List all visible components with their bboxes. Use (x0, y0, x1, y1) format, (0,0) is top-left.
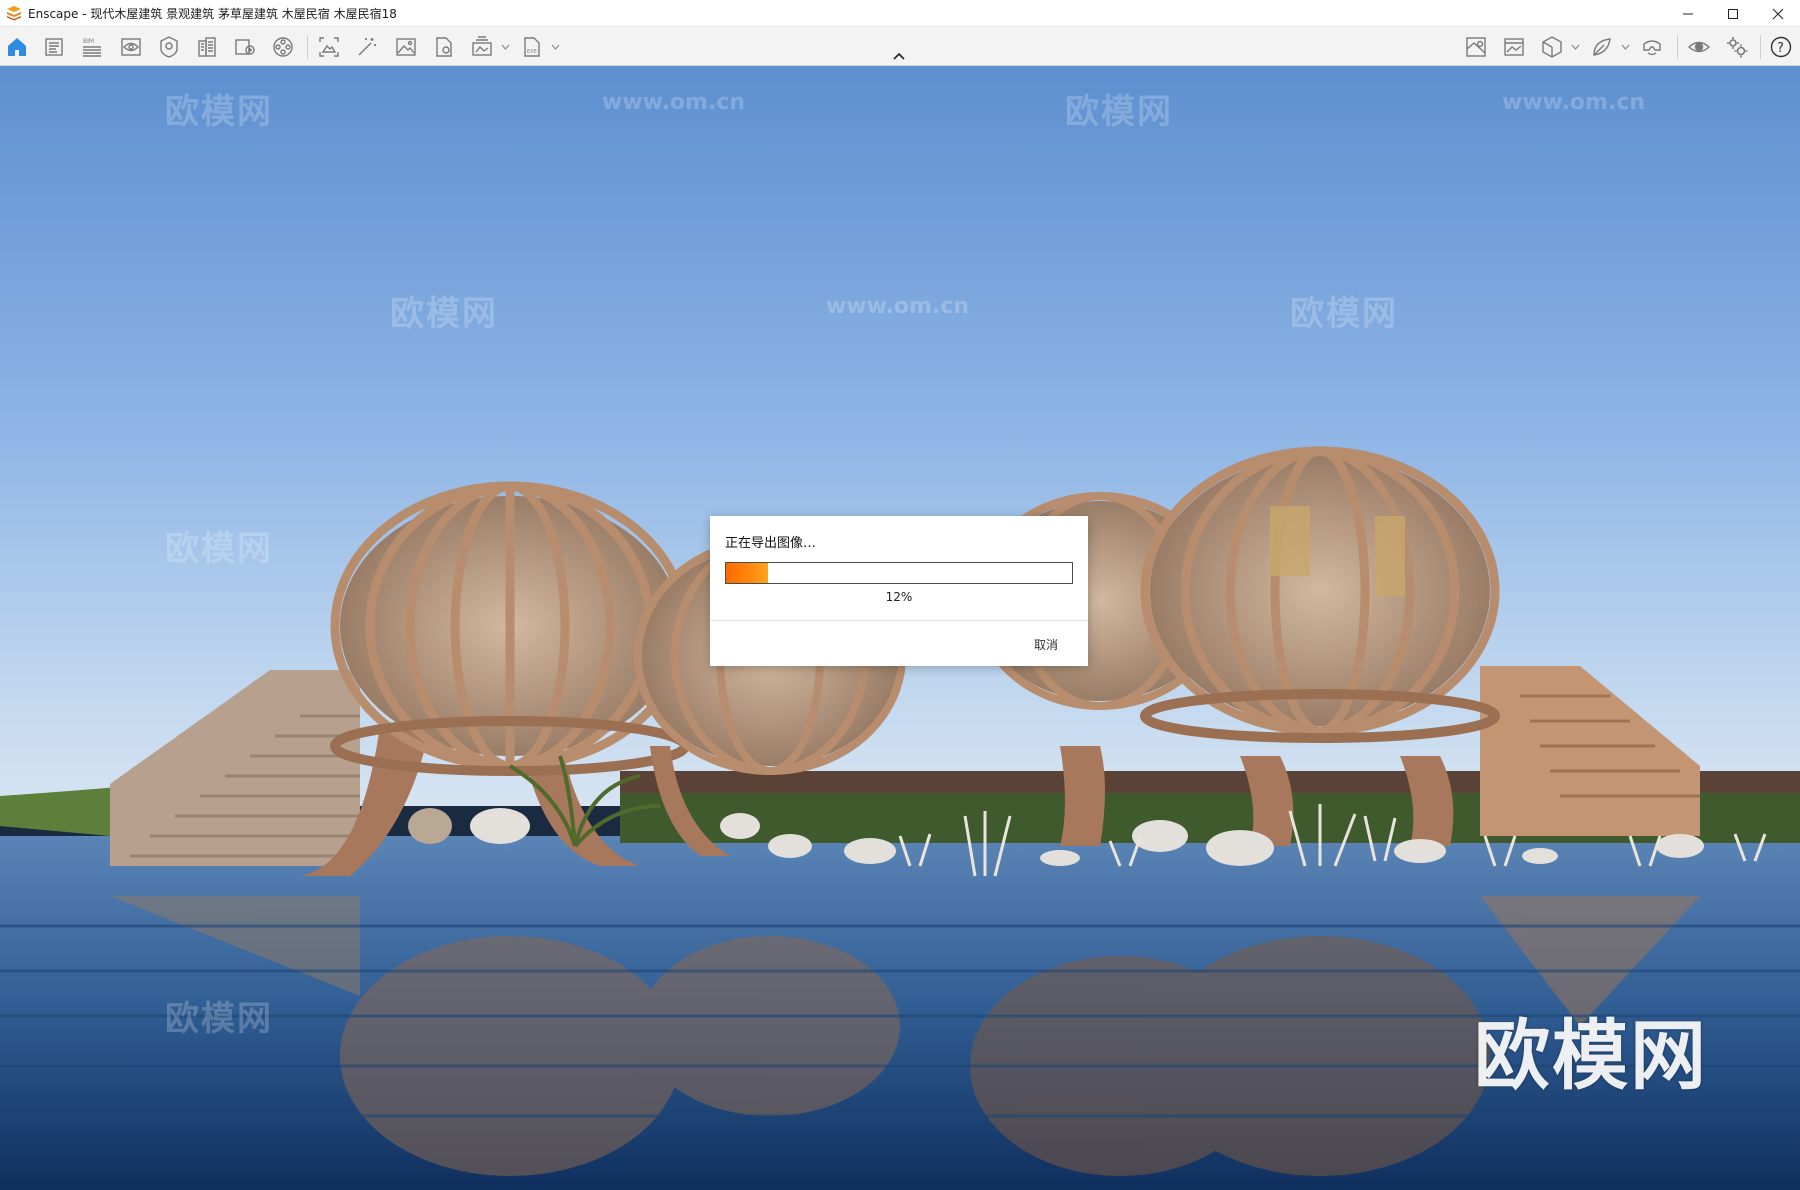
watermark-logo: 欧模网 (1474, 1011, 1708, 1100)
toolbar-separator (1760, 35, 1761, 59)
vr-headset-button[interactable] (1639, 34, 1665, 60)
video-editor-button[interactable] (270, 34, 296, 60)
help-icon: ? (1770, 36, 1792, 58)
collapse-toolbar-icon[interactable] (893, 52, 905, 60)
cancel-button[interactable]: 取消 (1034, 636, 1058, 653)
watermark-text: 欧模网 (165, 529, 273, 569)
map-button[interactable] (1463, 34, 1489, 60)
watermark-url: www.om.cn (602, 90, 746, 115)
watermark-text: 欧模网 (1290, 294, 1398, 334)
dialog-divider (710, 620, 1088, 621)
minimize-button[interactable] (1665, 0, 1710, 27)
magic-wand-icon (358, 38, 376, 56)
cube-button[interactable] (1539, 34, 1565, 60)
magic-wand-button[interactable] (354, 34, 380, 60)
chevron-down-icon[interactable] (501, 43, 510, 51)
minimize-icon (1682, 13, 1693, 14)
close-icon (1772, 8, 1783, 19)
screenshot-button[interactable] (316, 34, 342, 60)
svg-text:?: ? (1777, 41, 1784, 56)
export-icon (235, 39, 255, 55)
watermark-url: www.om.cn (826, 294, 970, 319)
cube-icon (1542, 36, 1562, 58)
document-button[interactable] (41, 34, 67, 60)
watermark-text: 欧模网 (390, 294, 498, 334)
enscape-toolbar: BIM EXE ? (0, 27, 1800, 66)
home-icon (8, 38, 26, 56)
asset-icon (160, 36, 178, 58)
file-export-button[interactable] (431, 34, 457, 60)
leaf-icon (1593, 38, 1611, 56)
visual-settings-icon (1687, 41, 1711, 53)
export-button[interactable] (232, 34, 258, 60)
chevron-down-icon[interactable] (1621, 43, 1630, 51)
maximize-icon (1727, 8, 1738, 19)
title-bar: Enscape - 现代木屋建筑 景观建筑 茅草屋建筑 木屋民宿 木屋民宿18 (0, 0, 1800, 27)
progress-bar-fill (726, 563, 768, 583)
home-button[interactable] (4, 34, 30, 60)
watermark-text: 欧模网 (165, 999, 273, 1039)
watermark-text: 欧模网 (1065, 92, 1173, 132)
enscape-logo-icon (7, 6, 21, 21)
settings-button[interactable] (1724, 34, 1750, 60)
view-button[interactable] (118, 34, 144, 60)
maximize-button[interactable] (1710, 0, 1755, 27)
file-export-icon (436, 37, 452, 57)
export-progress-dialog: 正在导出图像… 12% 取消 (710, 516, 1088, 666)
exe-export-icon: EXE (524, 37, 540, 57)
view-icon (121, 38, 141, 56)
document-icon (45, 38, 63, 56)
gallery-button[interactable] (1501, 34, 1527, 60)
leaf-button[interactable] (1589, 34, 1615, 60)
bim-icon: BIM (83, 38, 101, 57)
settings-icon (1727, 37, 1748, 58)
vr-headset-icon (1643, 40, 1661, 56)
exe-export-button[interactable]: EXE (519, 34, 545, 60)
dialog-title: 正在导出图像… (725, 536, 817, 551)
render-image-button[interactable] (393, 34, 419, 60)
batch-render-button[interactable] (469, 34, 495, 60)
screenshot-icon (319, 37, 339, 57)
visual-settings-button[interactable] (1686, 34, 1712, 60)
chevron-down-icon[interactable] (551, 43, 560, 51)
window-controls (1665, 0, 1800, 27)
bim-button[interactable]: BIM (79, 34, 105, 60)
watermark-url: www.om.cn (1502, 90, 1646, 115)
progress-bar (725, 562, 1073, 584)
window-title: Enscape - 现代木屋建筑 景观建筑 茅草屋建筑 木屋民宿 木屋民宿18 (28, 6, 397, 21)
building-icon (198, 37, 216, 57)
progress-percentage: 12% (885, 590, 913, 604)
help-button[interactable]: ? (1768, 34, 1794, 60)
svg-text:EXE: EXE (527, 49, 537, 55)
video-icon (273, 37, 293, 57)
watermark-text: 欧模网 (165, 92, 273, 132)
toolbar-separator (307, 35, 308, 59)
building-button[interactable] (194, 34, 220, 60)
chevron-down-icon[interactable] (1571, 43, 1580, 51)
map-icon (1466, 37, 1486, 57)
image-icon (396, 38, 416, 56)
batch-render-icon (472, 36, 492, 56)
toolbar-separator (1677, 35, 1678, 59)
asset-library-button[interactable] (156, 34, 182, 60)
close-button[interactable] (1755, 0, 1800, 27)
gallery-icon (1504, 38, 1524, 56)
svg-text:BIM: BIM (83, 38, 94, 45)
